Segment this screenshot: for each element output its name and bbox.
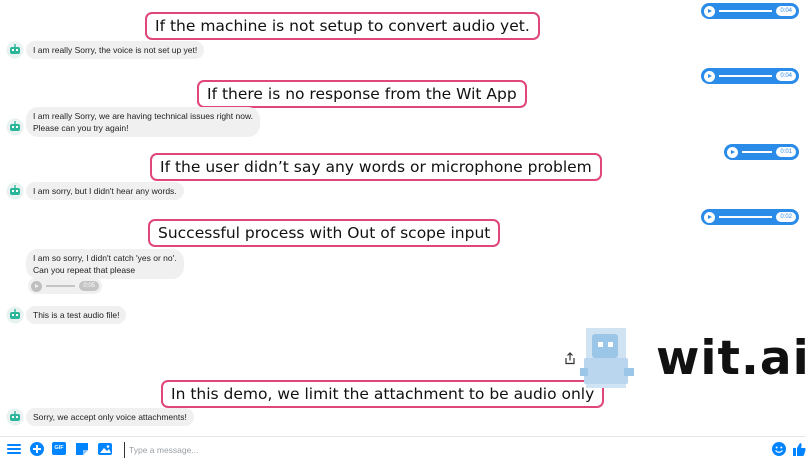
bot-message-text: I am really Sorry, the voice is not set … [33,45,198,55]
emoji-icon[interactable] [771,441,787,457]
play-icon[interactable] [704,70,715,82]
user-audio-message[interactable]: 0:01 [724,144,799,160]
bot-message-text: Sorry, we accept only voice attachments! [33,412,187,422]
bot-avatar-icon [6,118,24,136]
bot-message-text: I am sorry, but I didn't hear any words. [33,186,177,196]
bot-avatar-icon [6,41,24,59]
bot-avatar-icon [6,182,24,200]
audio-duration: 0:02 [776,212,796,222]
play-icon[interactable] [704,5,715,17]
sticker-icon[interactable] [74,441,90,457]
bot-message-text: I am so sorry, I didn't catch 'yes or no… [33,253,177,263]
bot-message-text: Can you repeat that please [33,265,136,275]
play-icon[interactable] [31,280,42,292]
bot-message: I am sorry, but I didn't hear any words. [26,182,184,200]
annotation-no-response: If there is no response from the Wit App [197,80,527,108]
user-audio-message[interactable]: 0:02 [701,209,799,225]
audio-duration: 0:05 [79,281,99,291]
audio-progress-track[interactable] [742,151,773,153]
audio-progress-track[interactable] [46,285,76,287]
wit-ai-wordmark: wit.ai [656,331,806,386]
message-composer: GIF Type a message... [0,436,806,462]
add-icon[interactable] [29,441,45,457]
audio-duration: 0:04 [776,6,796,16]
audio-progress-track[interactable] [719,10,773,12]
bot-message: I am really Sorry, the voice is not set … [26,41,205,59]
audio-progress-track[interactable] [719,216,773,218]
play-icon[interactable] [704,211,715,223]
play-icon[interactable] [727,146,738,158]
gif-button[interactable]: GIF [52,442,66,455]
bot-message: I am so sorry, I didn't catch 'yes or no… [26,249,184,279]
audio-duration: 0:04 [776,71,796,81]
annotation-out-of-scope: Successful process with Out of scope inp… [148,219,501,247]
gif-label: GIF [54,445,64,451]
audio-progress-track[interactable] [719,75,773,77]
share-icon[interactable] [564,352,576,365]
user-audio-message[interactable]: 0:04 [701,3,799,19]
annotation-no-setup: If the machine is not setup to convert a… [145,12,540,40]
bot-avatar-icon [6,306,24,324]
bot-message: This is a test audio file! [26,306,127,324]
annotation-audio-only: In this demo, we limit the attachment to… [161,380,605,408]
menu-icon[interactable] [6,441,22,457]
bot-message-text: I am really Sorry, we are having technic… [33,111,253,121]
bot-message-text: Please can you try again! [33,123,129,133]
thumbs-up-icon[interactable] [792,441,806,457]
bot-audio-message[interactable]: 0:05 [28,278,102,294]
bot-message-text: This is a test audio file! [33,310,120,320]
bot-message: I am really Sorry, we are having technic… [26,107,260,137]
bot-message: Sorry, we accept only voice attachments! [26,408,194,426]
annotation-no-words: If the user didn’t say any words or micr… [150,153,602,181]
message-input[interactable]: Type a message... [124,442,764,458]
audio-duration: 0:01 [776,147,796,157]
user-audio-message[interactable]: 0:04 [701,68,799,84]
bot-avatar-icon [6,408,24,426]
image-icon[interactable] [97,441,113,457]
